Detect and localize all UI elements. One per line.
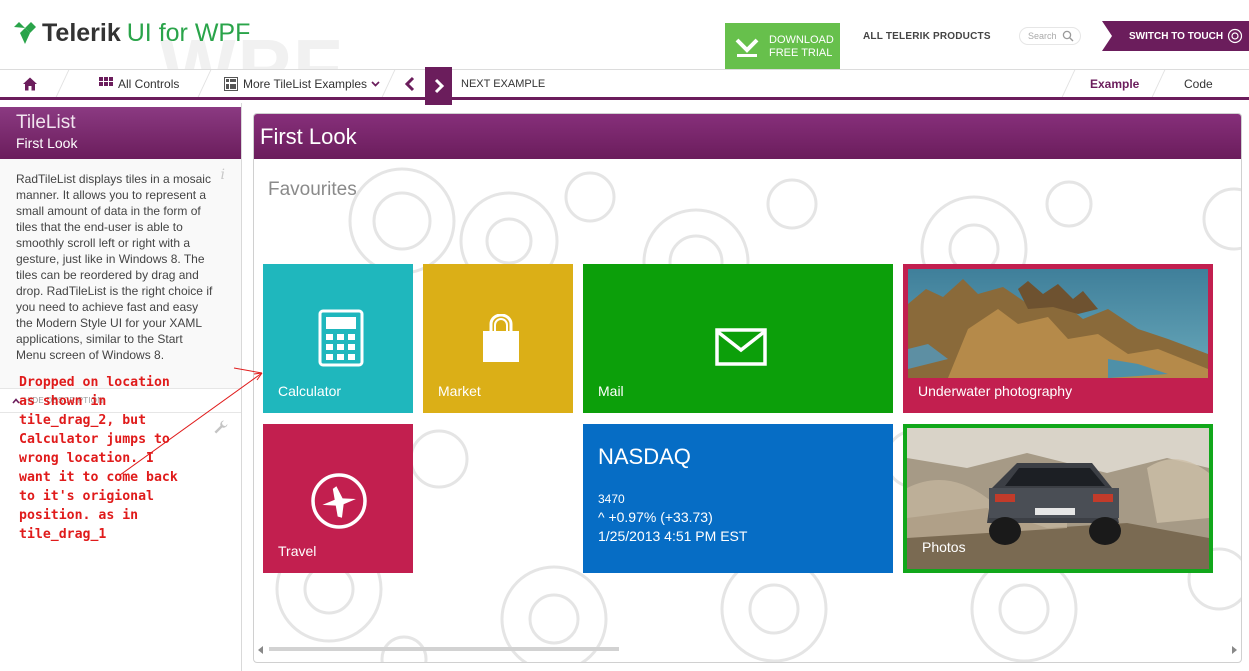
next-example-link[interactable]: NEXT EXAMPLE [461,70,545,97]
airplane-icon [311,473,367,529]
tile-travel[interactable]: Travel [263,424,413,573]
toolbar-divider [1061,70,1076,97]
next-example-label: NEXT EXAMPLE [461,77,546,90]
underwater-photo [908,269,1208,378]
toolbar-divider [1151,70,1166,97]
example-header: First Look [254,114,1241,159]
example-panel: First Look Favourites Calculator Market … [253,113,1242,663]
all-controls-button[interactable]: All Controls [99,70,179,97]
horizontal-scrollbar[interactable] [259,647,1239,651]
all-controls-label: All Controls [118,76,180,91]
previous-example-button[interactable] [403,70,417,97]
example-header-title: First Look [260,123,357,149]
tile-mail-label: Mail [598,383,624,399]
download-line1: DOWNLOAD [769,33,834,46]
more-examples-label: More TileList Examples [243,76,368,91]
tile-underwater-label: Underwater photography [918,383,1073,399]
info-icon[interactable]: i [221,167,225,183]
tile-nasdaq[interactable]: NASDAQ 3470 ^ +0.97% (+33.73) 1/25/2013 … [583,424,893,573]
more-examples-dropdown[interactable]: More TileList Examples [224,70,380,97]
logo-brand: Telerik [42,18,121,47]
chevron-down-icon [371,81,380,87]
telerik-logo[interactable]: Telerik UI for WPF [12,20,250,46]
telerik-logo-icon [14,22,36,44]
tab-example-label: Example [1090,76,1140,91]
description-text: RadTileList displays tiles in a mosaic m… [16,172,213,362]
annotation-note: Dropped on location as shown in tile_dra… [19,375,178,542]
home-button[interactable] [22,70,38,97]
next-example-button[interactable] [425,67,452,105]
tab-code[interactable]: Code [1184,70,1213,97]
chevron-left-icon [404,76,415,91]
tile-underwater-photography[interactable]: Underwater photography [903,264,1213,413]
wrench-icon[interactable] [213,419,229,435]
group-title: Favourites [268,179,357,200]
description-text-block: i RadTileList displays tiles in a mosaic… [0,159,241,389]
nasdaq-change: ^ +0.97% (+33.73) [598,509,713,525]
tile-mail[interactable]: Mail [583,264,893,413]
download-line2: FREE TRIAL [769,46,833,59]
nasdaq-title: NASDAQ [598,444,691,469]
home-icon [23,77,37,90]
switch-to-touch-label: SWITCH TO TOUCH [1129,30,1224,42]
chevron-right-icon [434,78,444,94]
mail-icon [715,328,767,366]
switch-to-touch-button[interactable]: SWITCH TO TOUCH [1102,21,1249,51]
search-icon[interactable] [1062,30,1074,42]
scroll-right-arrow[interactable] [1232,646,1237,654]
panel-icon [224,76,238,91]
search-placeholder: Search [1028,31,1057,41]
tab-code-label: Code [1184,76,1213,91]
tab-example[interactable]: Example [1090,70,1139,97]
tile-calculator[interactable]: Calculator [263,264,413,413]
search-input[interactable]: Search [1019,27,1081,45]
toolbar-divider [381,70,396,97]
toolbar: All Controls More TileList Examples NEXT… [0,67,1249,105]
scrollbar-thumb[interactable] [269,647,619,651]
tile-travel-label: Travel [278,543,317,559]
tile-calculator-label: Calculator [278,383,342,399]
nasdaq-timestamp: 1/25/2013 4:51 PM EST [598,528,748,544]
logo-product: UI for WPF [126,18,251,47]
app-header: WPF Telerik UI for WPF DOWNLOAD FREE TRIA… [0,0,1249,70]
tile-photos-label: Photos [922,539,966,555]
toolbar-divider [197,70,212,97]
grid-icon [99,76,113,86]
shopping-bag-icon [483,314,519,362]
touch-icon [1227,28,1243,44]
tile-photos[interactable]: Photos [903,424,1213,573]
all-products-link[interactable]: ALL TELERIK PRODUCTS [863,31,991,42]
tile-market[interactable]: Market [423,264,573,413]
control-title-block: TileList First Look [0,107,241,159]
tile-market-label: Market [438,383,481,399]
control-title: TileList [16,112,76,133]
example-subtitle: First Look [16,135,78,151]
calculator-icon [318,309,364,367]
download-free-trial-button[interactable]: DOWNLOAD FREE TRIAL [725,23,840,69]
toolbar-divider [55,70,70,97]
download-icon [735,38,759,57]
nasdaq-value: 3470 [598,492,625,506]
